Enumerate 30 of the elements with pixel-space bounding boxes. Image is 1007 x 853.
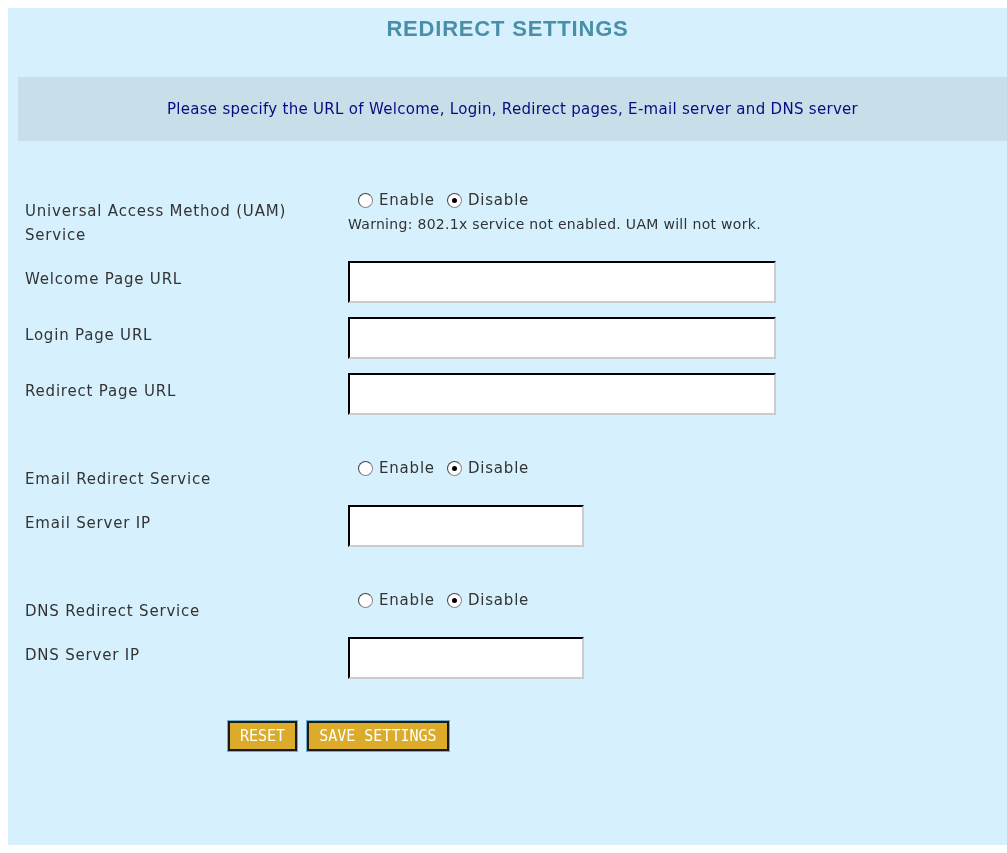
input-field[interactable] [348, 505, 584, 547]
page-title: REDIRECT SETTINGS [385, 15, 630, 43]
field-label: Universal Access Method (UAM) Service [25, 201, 288, 246]
radio-label: Enable [379, 458, 435, 479]
radio-button[interactable] [446, 460, 462, 476]
field-label: DNS Redirect Service [25, 601, 202, 622]
radio-button[interactable] [358, 460, 373, 476]
radio-label: Disable [467, 590, 530, 611]
input-field[interactable] [348, 373, 776, 415]
reset-button[interactable]: RESET [228, 721, 298, 751]
save-button[interactable]: SAVE SETTINGS [307, 721, 449, 751]
radio-label: Disable [467, 458, 530, 479]
field-label: Login Page URL [25, 325, 154, 346]
radio-label: Enable [379, 190, 435, 211]
warning-text: Warning: 802.1x service not enabled. UAM will not work. [348, 215, 762, 234]
field-label: Welcome Page URL [25, 269, 184, 290]
radio-label: Enable [379, 590, 435, 611]
radio-button[interactable] [446, 192, 462, 208]
input-field[interactable] [348, 317, 776, 359]
radio-button[interactable] [358, 192, 373, 208]
field-label: Email Redirect Service [25, 469, 213, 490]
radio-button[interactable] [446, 592, 462, 608]
info-text: Please specify the URL of Welcome, Login, Redirect pages, E-mail server and DNS server [166, 100, 859, 118]
input-field[interactable] [348, 637, 584, 679]
field-label: Redirect Page URL [25, 381, 178, 402]
input-field[interactable] [348, 261, 776, 303]
field-label: Email Server IP [25, 513, 152, 534]
radio-button[interactable] [358, 592, 373, 608]
radio-label: Disable [467, 190, 530, 211]
field-label: DNS Server IP [25, 645, 141, 666]
